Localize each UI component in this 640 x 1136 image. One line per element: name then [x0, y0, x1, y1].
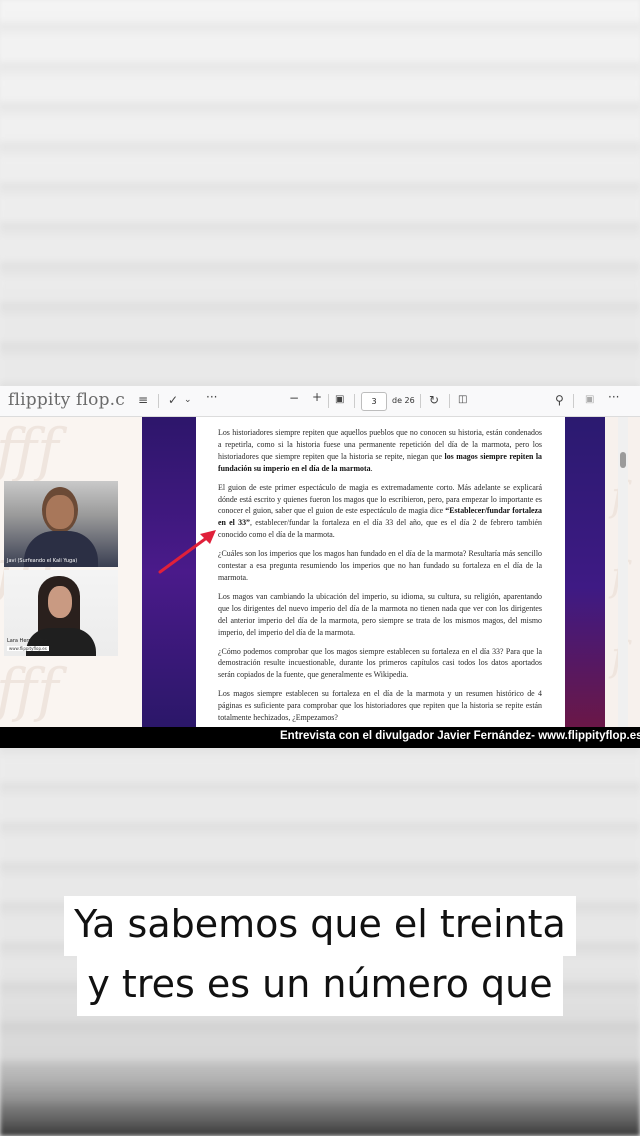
- page-number-input[interactable]: 3: [361, 392, 387, 411]
- zoom-out-icon[interactable]: −: [289, 391, 299, 405]
- paragraph: ¿Cuáles son los imperios que los magos h…: [218, 549, 542, 582]
- divider: [420, 394, 421, 408]
- paragraph: Los magos siempre establecen su fortalez…: [218, 689, 542, 723]
- watermark-pattern: fff: [0, 417, 59, 484]
- caption-text: Entrevista con el divulgador Javier Fern…: [280, 730, 640, 742]
- participant-badge: www.flippityflop.es: [7, 646, 49, 651]
- save-icon[interactable]: ▣: [585, 394, 594, 405]
- search-icon[interactable]: ⚲: [555, 393, 564, 407]
- zoom-in-icon[interactable]: +: [312, 390, 322, 404]
- pdf-page: Los historiadores siempre repiten que aq…: [196, 417, 565, 727]
- divider: [573, 394, 574, 408]
- paragraph: ¿Cómo podemos comprobar que los magos si…: [218, 646, 542, 680]
- page-view-icon[interactable]: ◫: [458, 394, 467, 405]
- webcam-javi: Javi (Surfeando el Kali Yuga): [4, 481, 118, 567]
- person-face: [48, 586, 72, 618]
- divider: [328, 394, 329, 408]
- paragraph: Los historiadores siempre repiten que aq…: [218, 428, 542, 473]
- page-total: de 26: [392, 396, 415, 405]
- highlighter-icon[interactable]: ✓: [168, 393, 178, 407]
- more-options-icon[interactable]: ···: [608, 390, 619, 404]
- divider: [449, 394, 450, 408]
- more-icon[interactable]: ···: [206, 390, 217, 404]
- video-frame: flippity flop.c ≡ ✓ ⌄ ··· − + ▣ 3 de 26 …: [0, 386, 640, 748]
- site-logo: flippity flop.c: [8, 390, 125, 410]
- participant-name: Javi (Surfeando el Kali Yuga): [7, 558, 78, 564]
- fit-page-icon[interactable]: ▣: [335, 394, 344, 405]
- subtitle-line: y tres es un número que: [40, 956, 600, 1016]
- pdf-toolbar: flippity flop.c ≡ ✓ ⌄ ··· − + ▣ 3 de 26 …: [0, 386, 640, 417]
- divider: [158, 394, 159, 408]
- scrollbar-thumb[interactable]: [620, 452, 626, 468]
- subtitle-line: Ya sabemos que el treinta: [40, 896, 600, 956]
- person-face: [46, 495, 74, 529]
- webcam-lara: Lara Hernández www.flippityflop.es: [4, 570, 118, 656]
- divider: [354, 394, 355, 408]
- paragraph: Los magos van cambiando la ubicación del…: [218, 591, 542, 637]
- paragraph: El guion de este primer espectáculo de m…: [218, 482, 543, 540]
- video-caption-bar: Entrevista con el divulgador Javier Fern…: [0, 727, 640, 748]
- document-border-right: [565, 417, 605, 727]
- list-icon[interactable]: ≡: [138, 393, 148, 407]
- chevron-down-icon[interactable]: ⌄: [184, 395, 192, 405]
- red-arrow: [158, 530, 216, 574]
- watermark-pattern: fff: [0, 656, 59, 724]
- webcam-panel: fff fff fff Javi (Surfeando el Kali Yuga…: [0, 417, 142, 727]
- rotate-icon[interactable]: ↻: [429, 393, 439, 407]
- participant-name: Lara Hernández: [7, 638, 47, 644]
